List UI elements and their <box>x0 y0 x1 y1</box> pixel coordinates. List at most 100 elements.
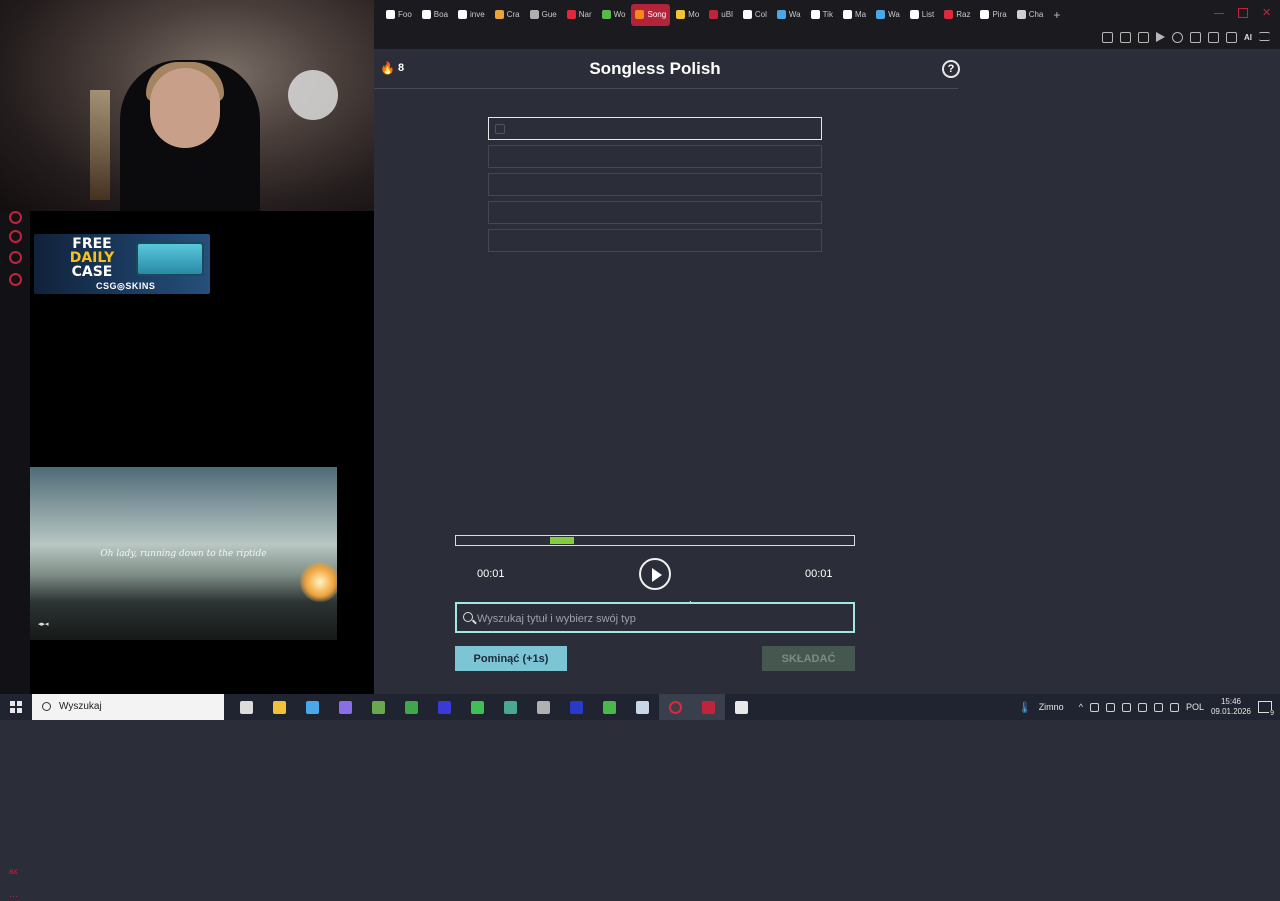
cube-icon[interactable] <box>9 251 22 264</box>
cube-app-icon[interactable] <box>593 694 626 720</box>
browser-tab[interactable]: Gue <box>526 4 561 26</box>
browser-tab[interactable]: Pira <box>976 4 1010 26</box>
tab-label: Nar <box>578 10 592 19</box>
help-icon[interactable]: ? <box>942 60 960 78</box>
sidebar-strip: ax ··· <box>0 211 30 901</box>
guess-slot <box>488 229 822 252</box>
tab-favicon-icon <box>742 10 752 19</box>
clock[interactable]: 15:46 09.01.2026 <box>1211 697 1251 717</box>
notification-icon[interactable]: 9 <box>1258 701 1275 717</box>
microphone-icon[interactable] <box>1153 702 1163 712</box>
ai-button[interactable]: AI <box>1244 32 1252 43</box>
windows-start-icon[interactable] <box>10 701 22 713</box>
tab-label: Pira <box>992 10 1007 19</box>
sunset-glow <box>300 562 337 602</box>
player-icon[interactable] <box>1156 32 1165 42</box>
task-view-icon[interactable] <box>230 694 263 720</box>
browser-tab[interactable]: Tik <box>807 4 837 26</box>
skip-button[interactable]: Pominąć (+1s) <box>455 646 567 671</box>
system-tray: 🌡 Zimno ^ POL 15:46 09.01.2026 9 <box>1018 694 1280 720</box>
browser-tab[interactable]: List <box>906 4 938 26</box>
menu-icon[interactable] <box>1259 32 1270 41</box>
page-title: Songless Polish <box>589 59 721 78</box>
browser-tab[interactable]: Raz <box>940 4 974 26</box>
restore-icon[interactable] <box>1238 8 1248 18</box>
browser-tab[interactable]: Ma <box>839 4 870 26</box>
browser-tab[interactable]: Col <box>739 4 771 26</box>
window-controls: ✕ <box>1214 8 1272 19</box>
steam-icon[interactable] <box>626 694 659 720</box>
premiere-icon[interactable] <box>428 694 461 720</box>
wifi-icon[interactable] <box>1137 702 1147 712</box>
clock-app-icon[interactable] <box>725 694 758 720</box>
volume-icon[interactable] <box>1169 702 1179 712</box>
opera-icon[interactable] <box>659 694 692 720</box>
clock-icon[interactable] <box>9 230 22 243</box>
browser-tab[interactable]: Wa <box>872 4 904 26</box>
green-app-icon[interactable] <box>461 694 494 720</box>
red-app-icon[interactable] <box>692 694 725 720</box>
app-tray-icon[interactable] <box>1121 702 1131 712</box>
ad-banner[interactable]: FREE DAILY CASE CSG◎SKINS <box>34 234 210 294</box>
tab-favicon-icon <box>601 10 611 19</box>
shield-icon[interactable] <box>1138 32 1149 43</box>
webcam-feed <box>0 0 374 211</box>
chevron-up-icon[interactable]: ^ <box>1079 702 1083 712</box>
play-circle-icon[interactable] <box>9 211 22 224</box>
file-explorer-icon[interactable] <box>263 694 296 720</box>
pin-icon[interactable] <box>1102 32 1113 43</box>
heart-icon[interactable] <box>1172 32 1183 43</box>
sync-icon[interactable] <box>1105 702 1115 712</box>
search-box[interactable] <box>455 602 855 633</box>
weather-label[interactable]: Zimno <box>1039 702 1064 712</box>
clock-time: 15:46 <box>1220 697 1241 706</box>
minimize-icon[interactable] <box>1214 13 1224 14</box>
playback-progress[interactable] <box>455 535 855 546</box>
spreadsheet-icon[interactable] <box>395 694 428 720</box>
search-input[interactable] <box>477 610 847 627</box>
book-app-icon[interactable] <box>494 694 527 720</box>
play-button[interactable] <box>639 558 671 590</box>
browser-tab[interactable]: Cha <box>1013 4 1048 26</box>
video-watermark: ◂▸◂ <box>38 621 49 628</box>
browser-tab[interactable]: uBl <box>705 4 737 26</box>
browser-tab[interactable]: Wo <box>598 4 630 26</box>
guess-slot <box>488 117 822 140</box>
tab-favicon-icon <box>776 10 786 19</box>
gear-icon[interactable] <box>9 273 22 286</box>
tab-favicon-icon <box>842 10 852 19</box>
crystal-app-icon[interactable] <box>329 694 362 720</box>
m-app-icon[interactable] <box>296 694 329 720</box>
browser-tab[interactable]: Nar <box>563 4 596 26</box>
minecraft-icon[interactable] <box>362 694 395 720</box>
strip-label: ax <box>9 867 18 876</box>
case-image <box>136 242 204 276</box>
browser-tab[interactable]: Cra <box>491 4 524 26</box>
search-icon <box>463 612 473 622</box>
browser-tab[interactable]: Mo <box>672 4 703 26</box>
download-icon[interactable] <box>1226 32 1237 43</box>
more-icon[interactable]: ··· <box>9 891 18 901</box>
tab-favicon-icon <box>386 10 395 19</box>
close-icon[interactable]: ✕ <box>1262 8 1272 19</box>
tab-label: Wa <box>788 10 801 19</box>
tab-label: Wa <box>888 10 900 19</box>
elapsed-time: 00:01 <box>477 568 505 580</box>
submit-button[interactable]: SKŁADAĆ <box>762 646 855 671</box>
browser-tab[interactable]: Song <box>631 3 671 26</box>
paint-icon[interactable] <box>527 694 560 720</box>
extensions-icon[interactable] <box>1190 32 1201 43</box>
video-lyric: Oh lady, running down to the riptide <box>100 549 267 559</box>
share-icon[interactable] <box>1208 32 1219 43</box>
audition-icon[interactable] <box>560 694 593 720</box>
taskbar-search[interactable]: Wyszukaj <box>32 694 224 720</box>
browser-tab[interactable]: inve <box>454 4 489 26</box>
browser-tab[interactable]: Wa <box>773 4 805 26</box>
language-indicator[interactable]: POL <box>1186 702 1204 712</box>
guess-slot <box>488 173 822 196</box>
new-tab-button[interactable]: + <box>1053 8 1060 22</box>
browser-tab[interactable]: Foo <box>382 4 416 26</box>
browser-tab[interactable]: Boa <box>418 4 452 26</box>
snapshot-icon[interactable] <box>1120 32 1131 43</box>
usb-icon[interactable] <box>1089 702 1099 712</box>
